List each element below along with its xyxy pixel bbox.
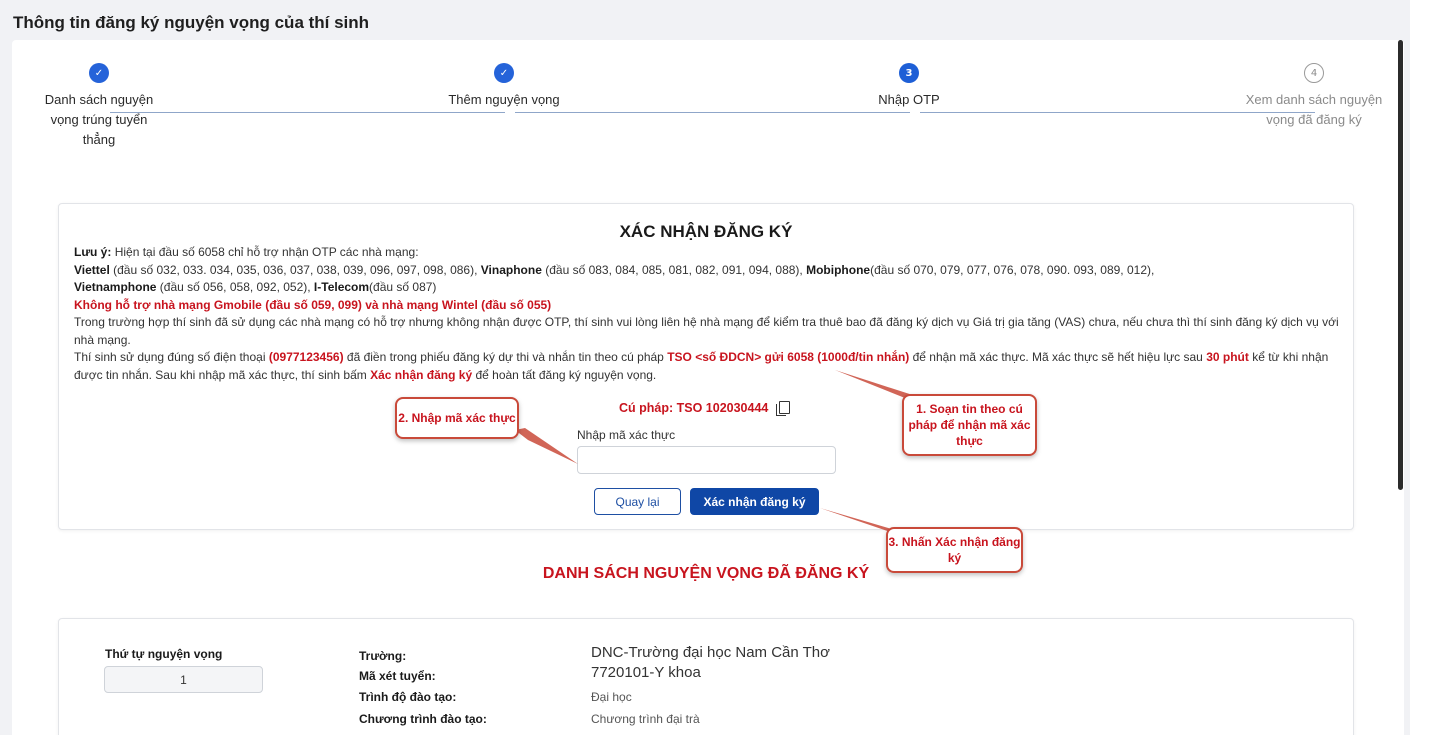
program-value: Chương trình đại trà	[591, 712, 700, 726]
step-4-number[interactable]: 4	[1304, 63, 1324, 83]
notice-text: Lưu ý: Hiện tại đầu số 6058 chỉ hỗ trợ n…	[74, 244, 1339, 384]
instr-2: đã điền trong phiếu đăng ký dự thi và nh…	[343, 350, 668, 364]
code-value: 7720101-Y khoa	[591, 664, 701, 681]
confirm-registration-card: XÁC NHẬN ĐĂNG KÝ Lưu ý: Hiện tại đầu số …	[58, 203, 1354, 530]
step-3-number[interactable]: 3	[899, 63, 919, 83]
notice-line-1: Lưu ý: Hiện tại đầu số 6058 chỉ hỗ trợ n…	[74, 244, 1339, 262]
instruction-text: Thí sinh sử dụng đúng số điện thoại (097…	[74, 349, 1339, 384]
wish-list-title: DANH SÁCH NGUYỆN VỌNG ĐÃ ĐĂNG KÝ	[542, 565, 870, 582]
syntax-display: Cú pháp: TSO 102030444	[619, 401, 791, 416]
viettel-name: Viettel	[74, 262, 110, 277]
vinaphone-name: Vinaphone	[480, 262, 542, 277]
itelecom-name: I-Telecom	[313, 280, 370, 294]
otp-label: Nhập mã xác thực	[577, 428, 676, 442]
note-text: Hiện tại đầu số 6058 chỉ hỗ trợ nhận OTP…	[111, 245, 419, 259]
syntax-text: Cú pháp: TSO 102030444	[619, 401, 769, 415]
vietnamphone-numbers: (đầu số 056, 058, 092, 052),	[156, 280, 314, 294]
syntax-template: TSO <số ĐDCN> gửi 6058 (1000đ/tin nhắn)	[667, 350, 910, 364]
callout-enter-code: 2. Nhập mã xác thực	[395, 397, 519, 439]
mobiphone-name: Mobiphone	[806, 262, 871, 277]
step-3-label: Nhập OTP	[878, 92, 940, 107]
step-2-label: Thêm nguyện vọng	[448, 92, 560, 107]
scrollbar[interactable]	[1398, 40, 1403, 490]
expiry-time: 30 phút	[1206, 350, 1249, 364]
viettel-numbers: (đầu số 032, 033. 034, 035, 036, 037, 03…	[109, 262, 481, 277]
confirm-registration-button[interactable]: Xác nhận đăng ký	[690, 488, 819, 515]
callout-send-sms: 1. Soạn tin theo cú pháp để nhận mã xác …	[902, 394, 1037, 456]
otp-input[interactable]	[577, 446, 836, 474]
step-2-check-icon[interactable]: ✓	[494, 63, 514, 83]
carriers-line: Viettel (đầu số 032, 033. 034, 035, 036,…	[74, 262, 1339, 297]
school-value: DNC-Trường đại học Nam Cần Thơ	[591, 644, 830, 661]
order-label: Thứ tự nguyện vọng	[105, 647, 223, 661]
itelecom-numbers: (đầu số 087)	[369, 280, 437, 294]
mobiphone-numbers: (đầu số 070, 079, 077, 076, 078, 090. 09…	[870, 262, 1155, 277]
order-value: 1	[104, 666, 263, 693]
fallback-text: Trong trường hợp thí sinh đã sử dụng các…	[74, 315, 1339, 347]
stepper-line-2	[515, 112, 910, 113]
level-value: Đại học	[591, 690, 632, 704]
step-1-check-icon[interactable]: ✓	[89, 63, 109, 83]
note-prefix: Lưu ý:	[74, 245, 112, 259]
program-key: Chương trình đào tạo:	[359, 712, 487, 726]
instr-1: Thí sinh sử dụng đúng số điện thoại	[74, 350, 269, 364]
right-gutter	[1410, 0, 1430, 735]
level-key: Trình độ đào tạo:	[359, 690, 457, 704]
vinaphone-numbers: (đầu số 083, 084, 085, 081, 082, 091, 09…	[541, 262, 807, 277]
school-key: Trường:	[359, 649, 407, 663]
instr-3: để nhận mã xác thực. Mã xác thực sẽ hết …	[909, 350, 1207, 364]
unsupported-carriers: Không hỗ trợ nhà mạng Gmobile (đầu số 05…	[74, 297, 552, 312]
phone-number: (0977123456)	[268, 350, 344, 364]
vietnamphone-name: Vietnamphone	[74, 280, 157, 294]
confirm-title: XÁC NHẬN ĐĂNG KÝ	[619, 222, 793, 241]
confirm-phrase: Xác nhận đăng ký	[370, 367, 473, 382]
code-key: Mã xét tuyển:	[359, 669, 436, 683]
step-4-label: Xem danh sách nguyện vọng đã đăng ký	[1245, 92, 1383, 127]
copy-icon[interactable]	[776, 401, 791, 416]
step-1-label: Danh sách nguyện vọng trúng tuyển thẳng	[44, 92, 154, 147]
page-title: Thông tin đăng ký nguyện vọng của thí si…	[13, 13, 370, 32]
instr-5: để hoàn tất đăng ký nguyện vọng.	[472, 367, 657, 382]
stepper-line-1	[110, 112, 505, 113]
wish-item-card: Thứ tự nguyện vọng 1 Trường: DNC-Trường …	[58, 618, 1354, 735]
back-button[interactable]: Quay lại	[594, 488, 681, 515]
